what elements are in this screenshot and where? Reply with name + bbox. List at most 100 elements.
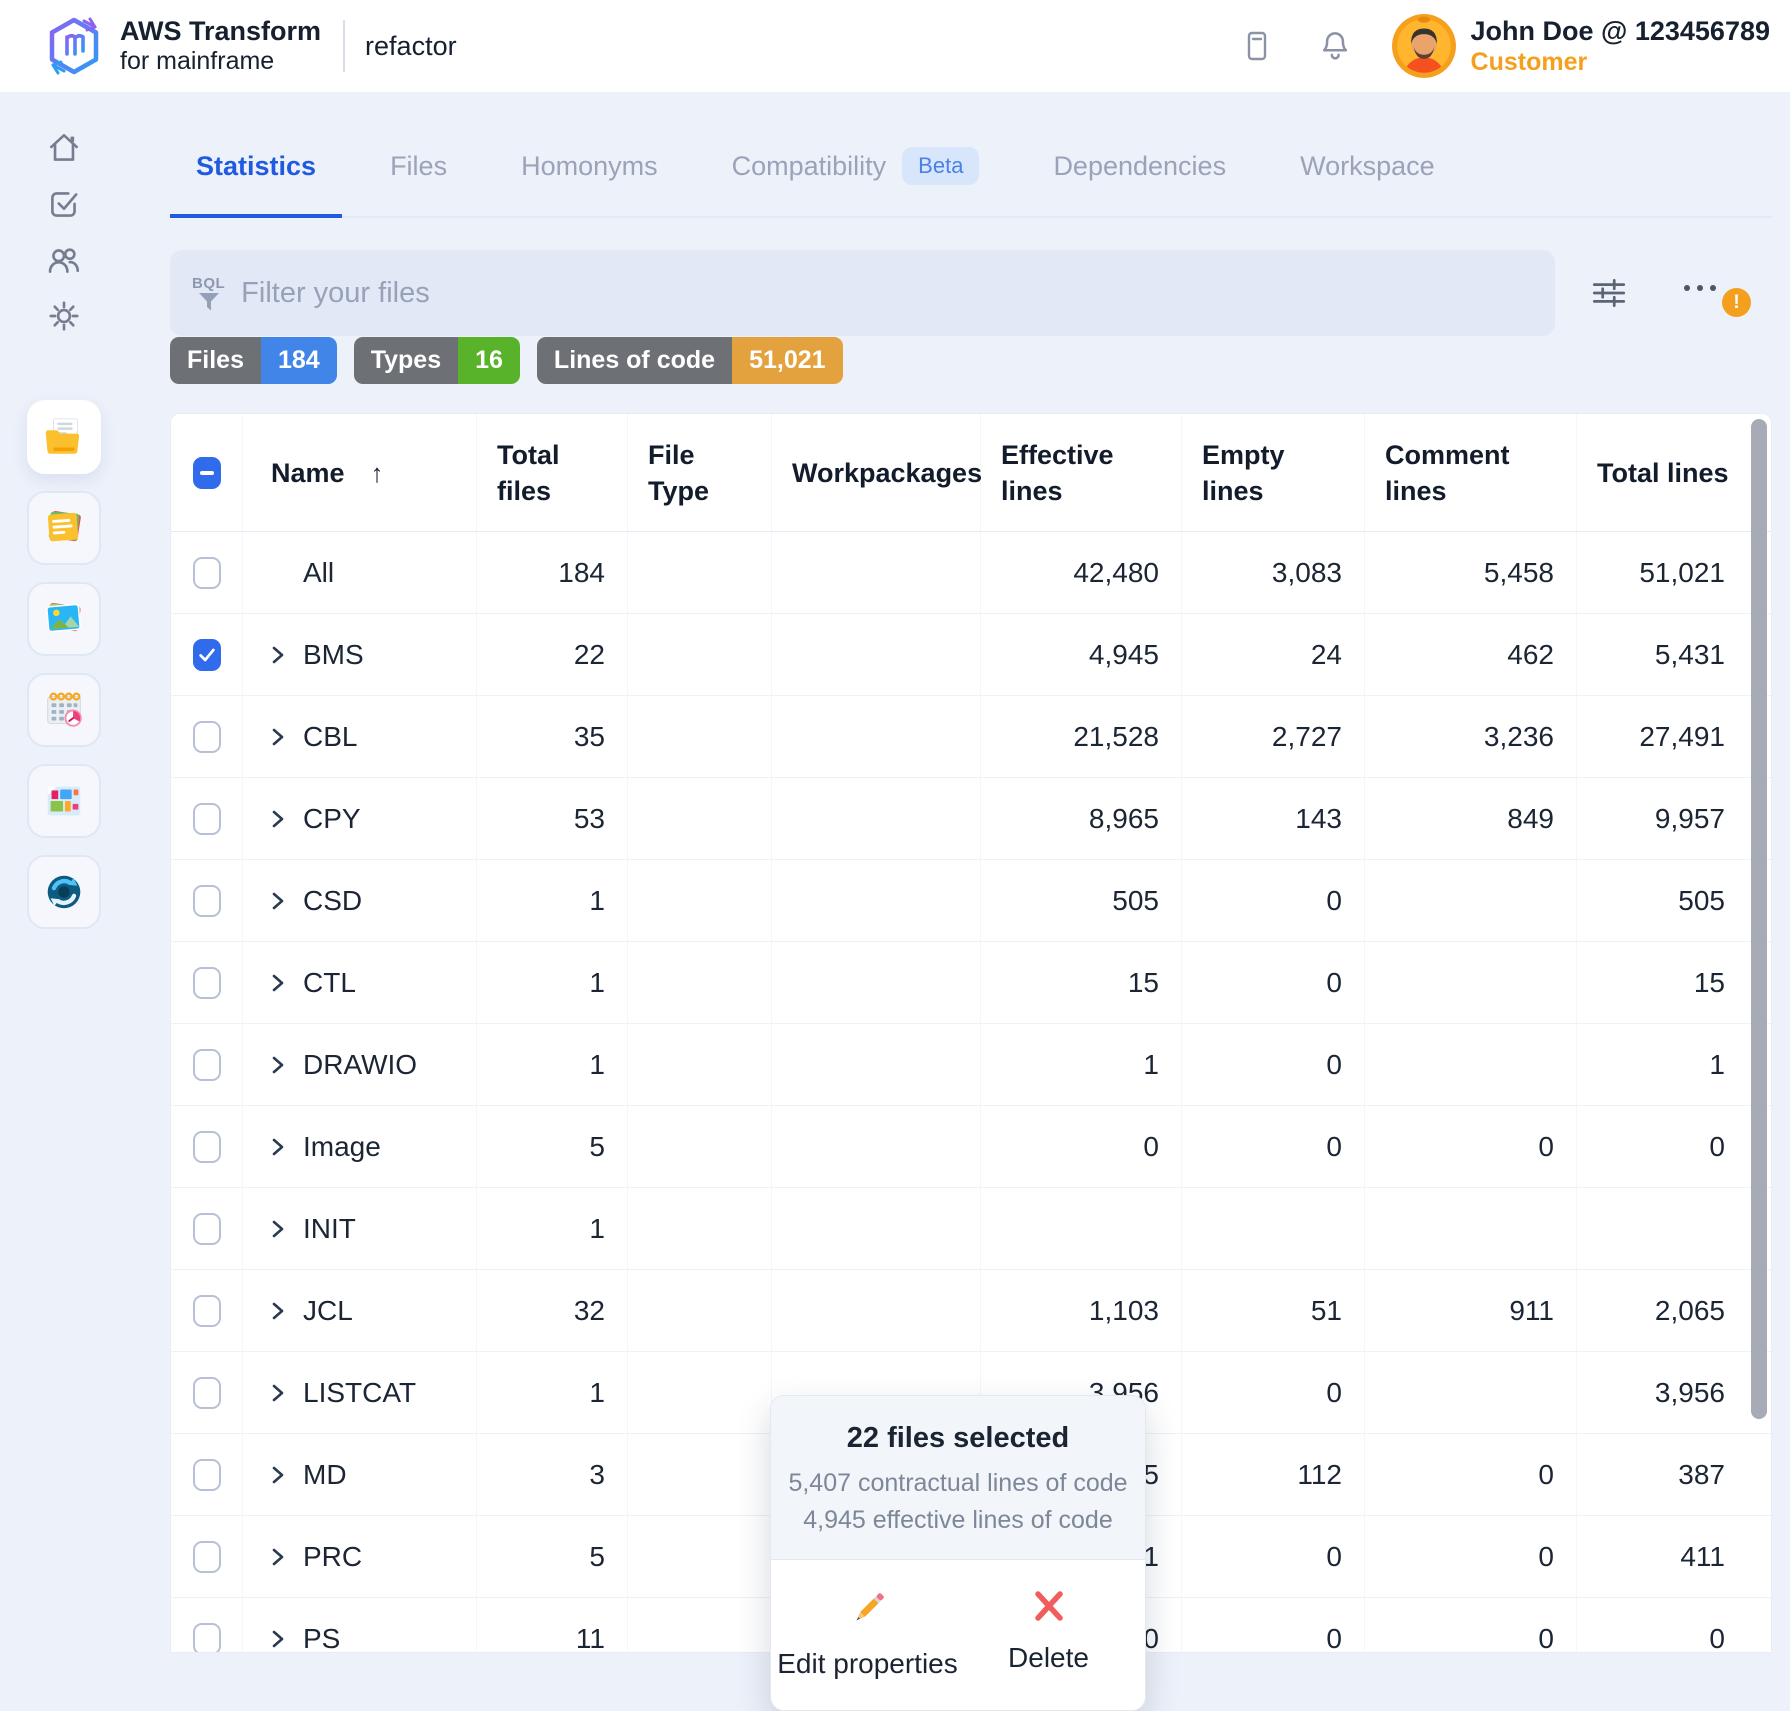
row-name-cell[interactable]: MD bbox=[243, 1434, 477, 1516]
calendar-icon[interactable] bbox=[27, 673, 101, 747]
cell-value: 0 bbox=[1326, 1541, 1342, 1573]
cell-empty: 24 bbox=[1182, 614, 1365, 696]
tab-statistics[interactable]: Statistics bbox=[170, 118, 342, 218]
selection-summary: 22 files selected 5,407 contractual line… bbox=[771, 1396, 1145, 1560]
tab-homonyms[interactable]: Homonyms bbox=[495, 118, 684, 218]
row-name-cell[interactable]: Image bbox=[243, 1106, 477, 1188]
cell-total: 0 bbox=[1577, 1106, 1772, 1188]
row-name-cell[interactable]: DRAWIO bbox=[243, 1024, 477, 1106]
row-checkbox-all[interactable] bbox=[193, 557, 221, 589]
cell-value: 3 bbox=[589, 1459, 605, 1491]
filter-input[interactable] bbox=[241, 277, 1555, 310]
row-name-cell[interactable]: LISTCAT bbox=[243, 1352, 477, 1434]
tasks-icon[interactable] bbox=[44, 184, 84, 224]
row-name-cell[interactable]: PS bbox=[243, 1598, 477, 1653]
row-checkbox-cpy[interactable] bbox=[193, 803, 221, 835]
edit-properties-button[interactable]: Edit properties bbox=[777, 1586, 958, 1680]
cell-value: 51 bbox=[1311, 1295, 1342, 1327]
cell-total: 411 bbox=[1577, 1516, 1772, 1598]
cell-file_type bbox=[628, 1598, 772, 1653]
cell-workpackages bbox=[772, 778, 981, 860]
tab-compatibility[interactable]: CompatibilityBeta bbox=[706, 118, 1006, 218]
column-header-total: Total lines bbox=[1577, 414, 1772, 532]
cell-file_type bbox=[628, 778, 772, 860]
row-checkbox-ctl[interactable] bbox=[193, 967, 221, 999]
cell-file_type bbox=[628, 1188, 772, 1270]
warning-badge-icon[interactable]: ! bbox=[1722, 288, 1751, 317]
cell-total: 27,491 bbox=[1577, 696, 1772, 778]
sidebar bbox=[0, 92, 128, 1692]
cell-empty: 2,727 bbox=[1182, 696, 1365, 778]
cell-value: 112 bbox=[1297, 1459, 1342, 1491]
row-name-cell[interactable]: BMS bbox=[243, 614, 477, 696]
row-name-cell[interactable]: CBL bbox=[243, 696, 477, 778]
row-name-cell[interactable]: CPY bbox=[243, 778, 477, 860]
avatar[interactable] bbox=[1391, 13, 1457, 79]
row-checkbox-bms[interactable] bbox=[193, 639, 221, 671]
row-name-cell[interactable]: All bbox=[243, 532, 477, 614]
row-checkbox-init[interactable] bbox=[193, 1213, 221, 1245]
row-select-cell bbox=[171, 1516, 243, 1598]
delete-button[interactable]: Delete bbox=[958, 1586, 1139, 1680]
column-header-select[interactable] bbox=[171, 414, 243, 532]
row-checkbox-cbl[interactable] bbox=[193, 721, 221, 753]
bell-icon[interactable] bbox=[1313, 24, 1357, 68]
cell-comment: 911 bbox=[1365, 1270, 1577, 1352]
cell-value: 0 bbox=[1538, 1623, 1554, 1654]
row-name-cell[interactable]: CTL bbox=[243, 942, 477, 1024]
row-name-cell[interactable]: INIT bbox=[243, 1188, 477, 1270]
settings-icon[interactable] bbox=[44, 296, 84, 336]
globe-sync-icon[interactable] bbox=[27, 855, 101, 929]
select-all-checkbox[interactable] bbox=[193, 457, 221, 489]
cell-value: 1 bbox=[589, 1049, 605, 1081]
home-icon[interactable] bbox=[44, 128, 84, 168]
cell-value: 2,065 bbox=[1655, 1295, 1725, 1327]
selection-popup: 22 files selected 5,407 contractual line… bbox=[770, 1395, 1146, 1711]
row-checkbox-csd[interactable] bbox=[193, 885, 221, 917]
cell-effective: 15 bbox=[981, 942, 1182, 1024]
row-name-cell[interactable]: CSD bbox=[243, 860, 477, 942]
row-checkbox-image[interactable] bbox=[193, 1131, 221, 1163]
cell-value: 27,491 bbox=[1639, 721, 1725, 753]
cell-comment: 0 bbox=[1365, 1598, 1577, 1653]
chip-value: 184 bbox=[261, 337, 337, 384]
row-select-cell bbox=[171, 1024, 243, 1106]
row-checkbox-listcat[interactable] bbox=[193, 1377, 221, 1409]
tab-files[interactable]: Files bbox=[364, 118, 473, 218]
cell-value: 1 bbox=[589, 885, 605, 917]
row-checkbox-jcl[interactable] bbox=[193, 1295, 221, 1327]
row-name-cell[interactable]: JCL bbox=[243, 1270, 477, 1352]
column-header-name[interactable]: Name↑ bbox=[243, 414, 477, 532]
row-checkbox-ps[interactable] bbox=[193, 1623, 221, 1654]
journal-icon[interactable] bbox=[1235, 24, 1279, 68]
cell-value: 15 bbox=[1694, 967, 1725, 999]
cell-total bbox=[1577, 1188, 1772, 1270]
chip-files: Files 184 bbox=[170, 337, 337, 384]
column-label: Name bbox=[271, 455, 345, 491]
tab-workspace[interactable]: Workspace bbox=[1274, 118, 1461, 218]
row-name: DRAWIO bbox=[303, 1049, 417, 1081]
sliders-icon[interactable] bbox=[1588, 272, 1630, 314]
row-select-cell bbox=[171, 1434, 243, 1516]
tab-dependencies[interactable]: Dependencies bbox=[1027, 118, 1252, 218]
row-checkbox-md[interactable] bbox=[193, 1459, 221, 1491]
cell-value: 0 bbox=[1538, 1131, 1554, 1163]
tab-bar: Statistics Files Homonyms CompatibilityB… bbox=[170, 118, 1772, 218]
cell-files: 5 bbox=[477, 1516, 628, 1598]
cell-workpackages bbox=[772, 614, 981, 696]
user-block[interactable]: John Doe @ 123456789 Customer bbox=[1471, 15, 1770, 77]
notes-icon[interactable] bbox=[27, 491, 101, 565]
cell-empty: 143 bbox=[1182, 778, 1365, 860]
folder-open-icon[interactable] bbox=[27, 400, 101, 474]
collage-icon[interactable] bbox=[27, 764, 101, 838]
cell-files: 1 bbox=[477, 860, 628, 942]
row-name-cell[interactable]: PRC bbox=[243, 1516, 477, 1598]
cell-value: 911 bbox=[1509, 1295, 1554, 1327]
users-icon[interactable] bbox=[44, 240, 84, 280]
cell-effective: 1 bbox=[981, 1024, 1182, 1106]
gallery-icon[interactable] bbox=[27, 582, 101, 656]
row-checkbox-drawio[interactable] bbox=[193, 1049, 221, 1081]
cell-value: 3,956 bbox=[1655, 1377, 1725, 1409]
vertical-scrollbar[interactable] bbox=[1751, 419, 1767, 1419]
row-checkbox-prc[interactable] bbox=[193, 1541, 221, 1573]
